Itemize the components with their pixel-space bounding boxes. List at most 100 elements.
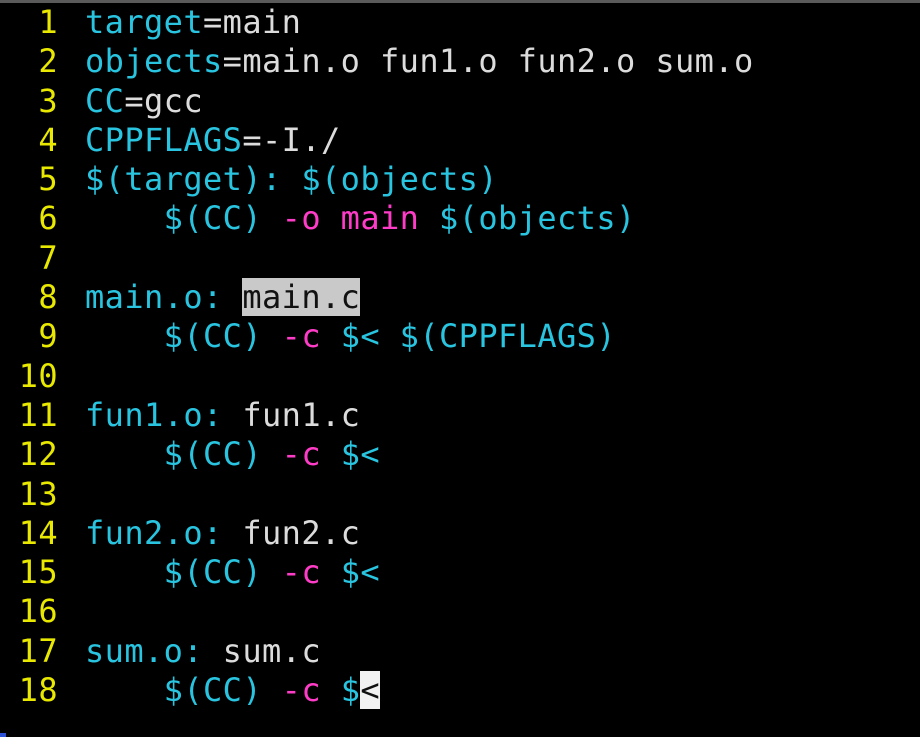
code-line[interactable]: 12 $(CC) -c $< — [0, 435, 920, 474]
line-text[interactable]: $(CC) -c $< $(CPPFLAGS) — [85, 317, 616, 355]
line-text[interactable]: $(CC) -c $< — [85, 435, 380, 473]
line-number: 12 — [18, 435, 58, 474]
line-number: 18 — [18, 671, 58, 710]
vim-editor-window[interactable]: 1 target=main 2 objects=main.o fun1.o fun2.… — [0, 0, 920, 737]
line-text[interactable]: CC=gcc — [85, 82, 203, 120]
code-token: fun2.c — [242, 513, 361, 552]
code-token: CC — [85, 81, 125, 120]
code-token: $(CC) — [163, 199, 262, 238]
line-number: 1 — [38, 3, 58, 41]
line-text[interactable]: $(CC) -c $< — [85, 671, 381, 710]
line-text[interactable]: fun2.o: fun2.c — [85, 514, 360, 552]
code-token: -c — [281, 671, 322, 710]
code-line[interactable]: 7 — [0, 239, 920, 278]
line-number: 16 — [18, 592, 58, 631]
line-text[interactable]: CPPFLAGS=-I./ — [85, 121, 341, 159]
code-lines[interactable]: 1 target=main 2 objects=main.o fun1.o fun2.… — [0, 3, 920, 710]
code-line[interactable]: 9 $(CC) -c $< $(CPPFLAGS) — [0, 317, 920, 356]
code-token: -o main — [281, 199, 420, 238]
line-text[interactable]: $(CC) -c $< — [85, 553, 380, 591]
line-text[interactable]: $(CC) -o main $(objects) — [85, 199, 636, 237]
line-text[interactable]: main.o: main.c — [85, 278, 361, 317]
code-token: -c — [281, 553, 322, 592]
code-token: fun1.o: — [85, 395, 243, 434]
text-cursor: < — [360, 671, 381, 710]
line-text[interactable]: objects=main.o fun1.o fun2.o sum.o — [85, 42, 754, 80]
code-line[interactable]: 16 — [0, 592, 920, 631]
code-token: objects — [85, 42, 223, 81]
line-number: 6 — [38, 199, 58, 238]
code-token: $(target): $(objects) — [85, 160, 498, 199]
code-line[interactable]: 10 — [0, 357, 920, 396]
line-number: 10 — [18, 356, 58, 395]
line-number: 11 — [18, 395, 58, 434]
code-token: $< — [340, 553, 381, 592]
code-token: $(CC) — [163, 553, 262, 592]
code-line[interactable]: 1 target=main — [0, 3, 920, 42]
code-line[interactable]: 17 sum.o: sum.c — [0, 632, 920, 671]
code-token: $(CC) — [163, 435, 262, 474]
code-token: main.o: — [85, 278, 243, 317]
code-line[interactable]: 13 — [0, 475, 920, 514]
line-number: 8 — [38, 278, 58, 317]
line-number: 13 — [18, 474, 58, 513]
code-token: =main.o fun1.o fun2.o sum.o — [222, 42, 754, 81]
line-text[interactable]: $(target): $(objects) — [85, 160, 498, 198]
code-token: sum.c — [222, 631, 321, 670]
code-token: $< — [340, 435, 381, 474]
code-token: $< $(CPPFLAGS) — [340, 317, 617, 356]
code-token: $ — [340, 671, 361, 710]
line-text[interactable]: sum.o: sum.c — [85, 632, 321, 670]
line-number: 3 — [38, 81, 58, 120]
search-highlight: main.c — [242, 278, 361, 317]
code-token: =-I./ — [242, 120, 341, 159]
line-number: 7 — [38, 238, 58, 277]
line-number: 4 — [38, 120, 58, 159]
code-token: target — [85, 3, 203, 41]
code-token: =main — [203, 3, 302, 41]
code-token: fun1.c — [242, 395, 361, 434]
line-number: 14 — [18, 513, 58, 552]
line-number: 2 — [38, 42, 58, 81]
code-line[interactable]: 4 CPPFLAGS=-I./ — [0, 121, 920, 160]
status-corner-mark — [0, 733, 6, 737]
code-token: -c — [281, 435, 322, 474]
code-line[interactable]: 18 $(CC) -c $< — [0, 671, 920, 710]
code-token: $(objects) — [439, 199, 636, 238]
code-line[interactable]: 11 fun1.o: fun1.c — [0, 396, 920, 435]
code-token: fun2.o: — [85, 513, 243, 552]
code-line[interactable]: 2 objects=main.o fun1.o fun2.o sum.o — [0, 42, 920, 81]
code-token: =gcc — [124, 81, 204, 120]
line-number: 5 — [38, 160, 58, 199]
code-token: $(CC) — [163, 671, 262, 710]
code-line[interactable]: 6 $(CC) -o main $(objects) — [0, 199, 920, 238]
code-line[interactable]: 8 main.o: main.c — [0, 278, 920, 317]
code-line[interactable]: 14 fun2.o: fun2.c — [0, 514, 920, 553]
code-line[interactable]: 15 $(CC) -c $< — [0, 553, 920, 592]
code-token: -c — [281, 317, 322, 356]
line-number: 9 — [38, 317, 58, 356]
code-line[interactable]: 3 CC=gcc — [0, 82, 920, 121]
line-text[interactable]: fun1.o: fun1.c — [85, 396, 360, 434]
code-token: sum.o: — [85, 631, 223, 670]
line-number: 15 — [18, 553, 58, 592]
line-text[interactable]: target=main — [85, 3, 301, 41]
code-line[interactable]: 5 $(target): $(objects) — [0, 160, 920, 199]
line-number: 17 — [18, 631, 58, 670]
code-token: CPPFLAGS — [85, 120, 243, 159]
